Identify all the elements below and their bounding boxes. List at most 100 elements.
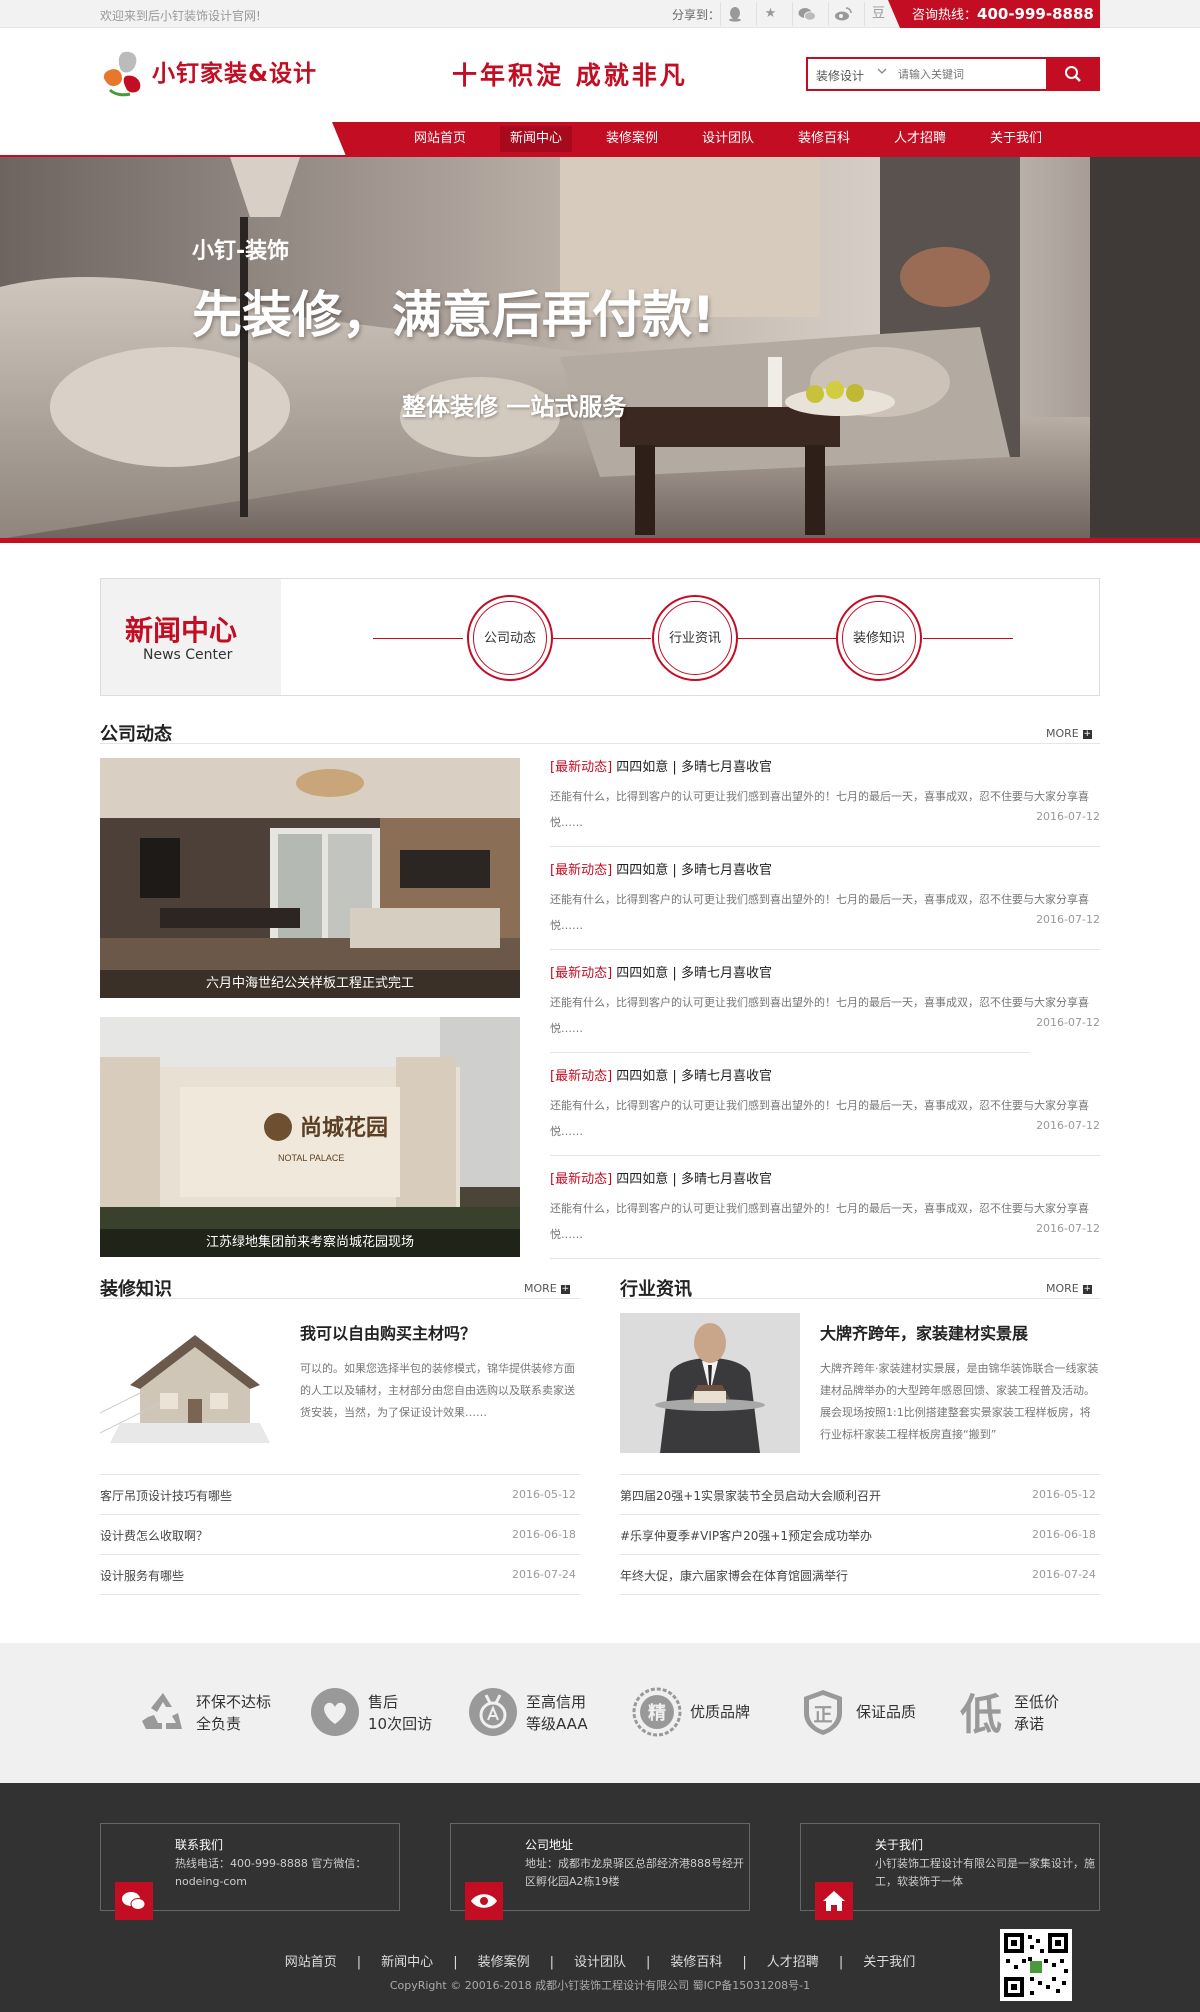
banner-small-text: 小钉-装饰: [192, 239, 290, 264]
weibo-icon[interactable]: [828, 2, 856, 26]
news-tag: [最新动态]: [550, 966, 613, 981]
hotline: 咨询热线：400-999-8888: [888, 0, 1100, 28]
list-date: 2016-06-18: [512, 1528, 576, 1541]
search-category-select[interactable]: 装修设计: [816, 67, 864, 84]
seal-glyph: 精: [648, 1702, 666, 1724]
service-guarantees: 环保不达标 全负责 售后 10次回访 至高信用 等级AAA 精 优质品牌 正 保证: [0, 1643, 1200, 1783]
list-item[interactable]: 客厅吊顶设计技巧有哪些: [100, 1487, 232, 1504]
news-title[interactable]: [最新动态] 四四如意 | 多晴七月喜收官: [550, 756, 772, 775]
news-title[interactable]: [最新动态] 四四如意 | 多晴七月喜收官: [550, 1065, 772, 1084]
industry-image[interactable]: [620, 1313, 800, 1453]
list-item[interactable]: 年终大促，康六届家博会在体育馆圆满举行: [620, 1567, 848, 1584]
businessman-house-image: [620, 1313, 800, 1453]
industry-feature-desc: 大牌齐跨年·家装建材实景展，是由锦华装饰联合一线家装建材品牌举办的大型跨年感恩回…: [820, 1362, 1099, 1441]
news-title-text: 四四如意 | 多晴七月喜收官: [616, 1069, 772, 1084]
eye-icon[interactable]: [465, 1882, 503, 1920]
company-photo-2[interactable]: 尚城花园 NOTAL PALACE 江苏绿地集团前来考察尚城花园现场: [100, 1017, 520, 1257]
tab-connector-line: [738, 638, 836, 639]
list-divider: [620, 1474, 1100, 1475]
news-title[interactable]: [最新动态] 四四如意 | 多晴七月喜收官: [550, 859, 772, 878]
footer-nav-item[interactable]: 网站首页: [285, 1955, 337, 1970]
footer-nav-item[interactable]: 人才招聘: [767, 1955, 819, 1970]
knowledge-feature-title[interactable]: 我可以自由购买主材吗？: [300, 1320, 476, 1344]
feature-line2: 全负责: [196, 1715, 242, 1733]
slogan: 十年积淀 成就非凡: [452, 61, 688, 90]
more-label: MORE: [524, 1282, 557, 1295]
tab-connector-line: [373, 638, 463, 639]
news-item[interactable]: [最新动态] 四四如意 | 多晴七月喜收官还能有什么，比得到客户的认可更让我们感…: [550, 962, 1100, 1042]
company-photo-1[interactable]: 六月中海世纪公关样板工程正式完工: [100, 758, 520, 998]
footer-nav-item[interactable]: 装修案例: [478, 1955, 530, 1970]
list-item[interactable]: 设计服务有哪些: [100, 1567, 184, 1584]
footer-nav-separator: |: [549, 1955, 554, 1970]
footer-box-text: 热线电话：400-999-8888 官方微信：nodeing-com: [175, 1857, 367, 1888]
top-bar: 欢迎来到后小钉装饰设计官网! 分享到： ★ 豆 咨询热线：400-999-888…: [0, 0, 1200, 28]
banner-headline: 先装修，满意后再付款!: [192, 286, 715, 344]
news-date: 2016-07-12: [1036, 913, 1100, 926]
nav-item[interactable]: 人才招聘: [884, 126, 956, 152]
news-item[interactable]: [最新动态] 四四如意 | 多晴七月喜收官 还能有什么，比得到客户的认可更让我们感…: [550, 859, 1100, 939]
more-label: MORE: [1046, 1282, 1079, 1295]
footer-nav-item[interactable]: 新闻中心: [381, 1955, 433, 1970]
qr-code-icon: [1000, 1929, 1072, 2001]
hero-banner[interactable]: 小钉-装饰 先装修，满意后再付款! 整体装修 一站式服务: [0, 157, 1200, 539]
news-title[interactable]: [最新动态] 四四如意 | 多晴七月喜收官: [550, 962, 772, 981]
list-item[interactable]: 设计费怎么收取啊？: [100, 1527, 208, 1544]
industry-feature-title[interactable]: 大牌齐跨年，家装建材实景展: [820, 1320, 1028, 1344]
footer-nav-separator: |: [453, 1955, 458, 1970]
list-divider: [100, 1474, 580, 1475]
news-center-subtitle: News Center: [143, 647, 233, 663]
hotline-number: 400-999-8888: [977, 5, 1094, 23]
tab-decoration-knowledge[interactable]: 装修知识: [836, 595, 922, 681]
logo-mark-icon: [103, 51, 141, 97]
photo-caption: 六月中海世纪公关样板工程正式完工: [100, 970, 520, 998]
news-divider: [550, 1155, 1100, 1156]
news-tag: [最新动态]: [550, 1069, 613, 1084]
nav-item[interactable]: 设计团队: [692, 126, 764, 152]
search-icon: [1065, 66, 1081, 82]
nav-item[interactable]: 关于我们: [980, 126, 1052, 152]
tab-company-news[interactable]: 公司动态: [467, 595, 553, 681]
qq-icon[interactable]: [720, 2, 748, 26]
section-divider: [100, 1298, 580, 1299]
site-logo[interactable]: 小钉家装&设计: [100, 44, 340, 104]
nav-item[interactable]: 网站首页: [404, 126, 476, 152]
footer-nav-item[interactable]: 装修百科: [670, 1955, 722, 1970]
star-icon[interactable]: ★: [756, 2, 784, 26]
news-desc: 还能有什么，比得到客户的认可更让我们感到喜出望外的！七月的最后一天，喜事成双，忍…: [550, 1202, 1089, 1241]
knowledge-more-link[interactable]: MORE +: [524, 1282, 570, 1295]
tab-industry-news[interactable]: 行业资讯: [652, 595, 738, 681]
home-icon[interactable]: [815, 1882, 853, 1920]
news-desc: 还能有什么，比得到客户的认可更让我们感到喜出望外的！七月的最后一天，喜事成双，忍…: [550, 996, 1089, 1035]
footer-nav-item[interactable]: 关于我们: [863, 1955, 915, 1970]
nav-item[interactable]: 装修百科: [788, 126, 860, 152]
news-title[interactable]: [最新动态] 四四如意 | 多晴七月喜收官: [550, 1168, 772, 1187]
news-item[interactable]: [最新动态] 四四如意 | 多晴七月喜收官还能有什么，比得到客户的认可更让我们感…: [550, 1168, 1100, 1248]
footer-nav-separator: |: [646, 1955, 651, 1970]
list-item[interactable]: #乐享仲夏季#VIP客户20强+1预定会成功举办: [620, 1527, 872, 1544]
news-item[interactable]: [最新动态] 四四如意 | 多晴七月喜收官 还能有什么，比得到客户的认可更让我们感…: [550, 756, 1100, 836]
news-divider: [550, 846, 1100, 847]
footer-box-text: 小钉装饰工程设计有限公司是一家集设计，施工，软装饰于一体: [875, 1857, 1095, 1888]
search-button[interactable]: [1046, 57, 1100, 91]
wechat-icon[interactable]: [792, 2, 820, 26]
nav-item[interactable]: 新闻中心: [500, 126, 572, 152]
news-desc: 还能有什么，比得到客户的认可更让我们感到喜出望外的！七月的最后一天，喜事成双，忍…: [550, 1099, 1089, 1138]
news-title-text: 四四如意 | 多晴七月喜收官: [616, 1172, 772, 1187]
footer-nav-item[interactable]: 设计团队: [574, 1955, 626, 1970]
industry-more-link[interactable]: MORE +: [1046, 1282, 1092, 1295]
news-title-text: 四四如意 | 多晴七月喜收官: [616, 863, 772, 878]
list-date: 2016-06-18: [1032, 1528, 1096, 1541]
list-item[interactable]: 第四届20强+1实景家装节全员启动大会顺利召开: [620, 1487, 881, 1504]
search-input[interactable]: [898, 63, 1038, 85]
chevron-down-icon[interactable]: [876, 65, 888, 80]
company-news-more-link[interactable]: MORE +: [1046, 727, 1092, 740]
news-title-text: 四四如意 | 多晴七月喜收官: [616, 760, 772, 775]
news-center-header: 新闻中心 News Center 公司动态 行业资讯 装修知识: [100, 578, 1100, 696]
knowledge-image[interactable]: [100, 1313, 280, 1453]
nav-item[interactable]: 装修案例: [596, 126, 668, 152]
gate-sign-subtext: NOTAL PALACE: [278, 1153, 344, 1163]
news-tag: [最新动态]: [550, 863, 613, 878]
news-item[interactable]: [最新动态] 四四如意 | 多晴七月喜收官还能有什么，比得到客户的认可更让我们感…: [550, 1065, 1100, 1145]
wechat-icon[interactable]: [115, 1882, 153, 1920]
